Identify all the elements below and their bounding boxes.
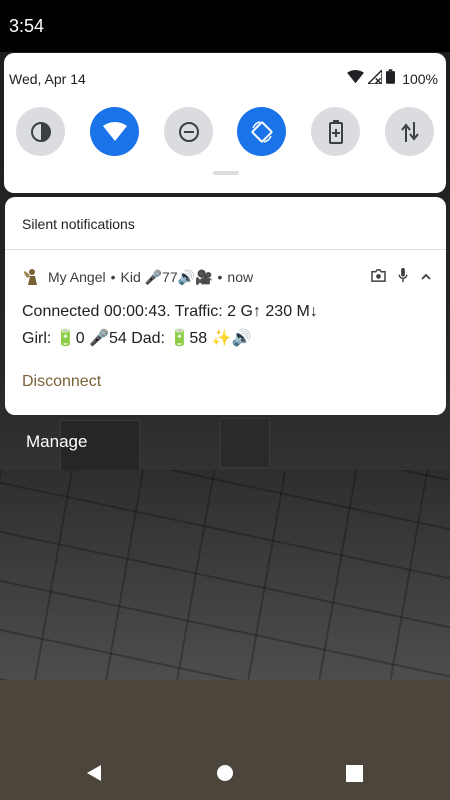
battery-saver-tile[interactable] — [311, 107, 360, 156]
collapse-chevron-icon[interactable] — [420, 269, 432, 285]
battery-percent: 100% — [402, 71, 438, 87]
wallpaper-floor — [0, 470, 450, 680]
separator: • — [217, 269, 223, 285]
wifi-tile[interactable] — [90, 107, 139, 156]
auto-rotate-icon — [251, 120, 272, 143]
quick-settings-panel: Wed, Apr 14 100% — [4, 53, 446, 193]
recents-icon — [345, 764, 363, 782]
separator: • — [110, 269, 116, 285]
notification-header: My Angel • Kid 🎤77🔊🎥 • now — [22, 267, 432, 287]
status-time: 3:54 — [9, 16, 45, 36]
quick-settings-tiles — [4, 107, 446, 157]
cell-signal-icon — [366, 67, 383, 89]
auto-rotate-tile[interactable] — [237, 107, 286, 156]
camera-icon — [371, 269, 386, 285]
qs-date[interactable]: Wed, Apr 14 — [9, 71, 86, 87]
microphone-icon — [398, 268, 408, 286]
qs-status-icons: 100% — [347, 67, 438, 89]
do-not-disturb-icon — [178, 121, 199, 142]
navigation-bar — [0, 744, 450, 800]
divider — [5, 249, 446, 250]
status-bar: 3:54 — [0, 0, 450, 52]
mobile-data-tile[interactable] — [385, 107, 434, 156]
recents-button[interactable] — [345, 764, 363, 782]
do-not-disturb-tile[interactable] — [164, 107, 213, 156]
sub-text: Kid 🎤77🔊🎥 — [120, 268, 213, 285]
notification-text-line1: Connected 00:00:43. Traffic: 2 G↑ 230 M↓ — [22, 303, 318, 320]
back-icon — [87, 765, 101, 781]
invert-colors-icon — [30, 121, 51, 142]
invert-colors-tile[interactable] — [16, 107, 65, 156]
notification-header-icons — [371, 267, 432, 287]
app-angel-icon — [22, 268, 40, 286]
notification-card[interactable]: Silent notifications My Angel • Kid 🎤77🔊… — [5, 197, 446, 415]
notification-text-line2: Girl: 🔋0 🎤54 Dad: 🔋58 ✨🔊 — [22, 330, 252, 347]
section-header: Silent notifications — [22, 216, 135, 232]
wallpaper-cabinet — [220, 418, 270, 468]
home-icon — [217, 765, 233, 781]
battery-saver-icon — [328, 119, 343, 144]
battery-icon — [386, 69, 396, 89]
home-button[interactable] — [216, 764, 234, 782]
mobile-data-icon — [400, 121, 419, 142]
expand-handle[interactable] — [213, 171, 239, 175]
wifi-signal-icon — [347, 69, 365, 89]
disconnect-button[interactable]: Disconnect — [22, 373, 101, 391]
wifi-icon — [102, 121, 127, 141]
back-button[interactable] — [85, 764, 103, 782]
notification-time: now — [227, 269, 254, 285]
app-name: My Angel — [48, 269, 106, 285]
manage-button[interactable]: Manage — [26, 432, 87, 452]
